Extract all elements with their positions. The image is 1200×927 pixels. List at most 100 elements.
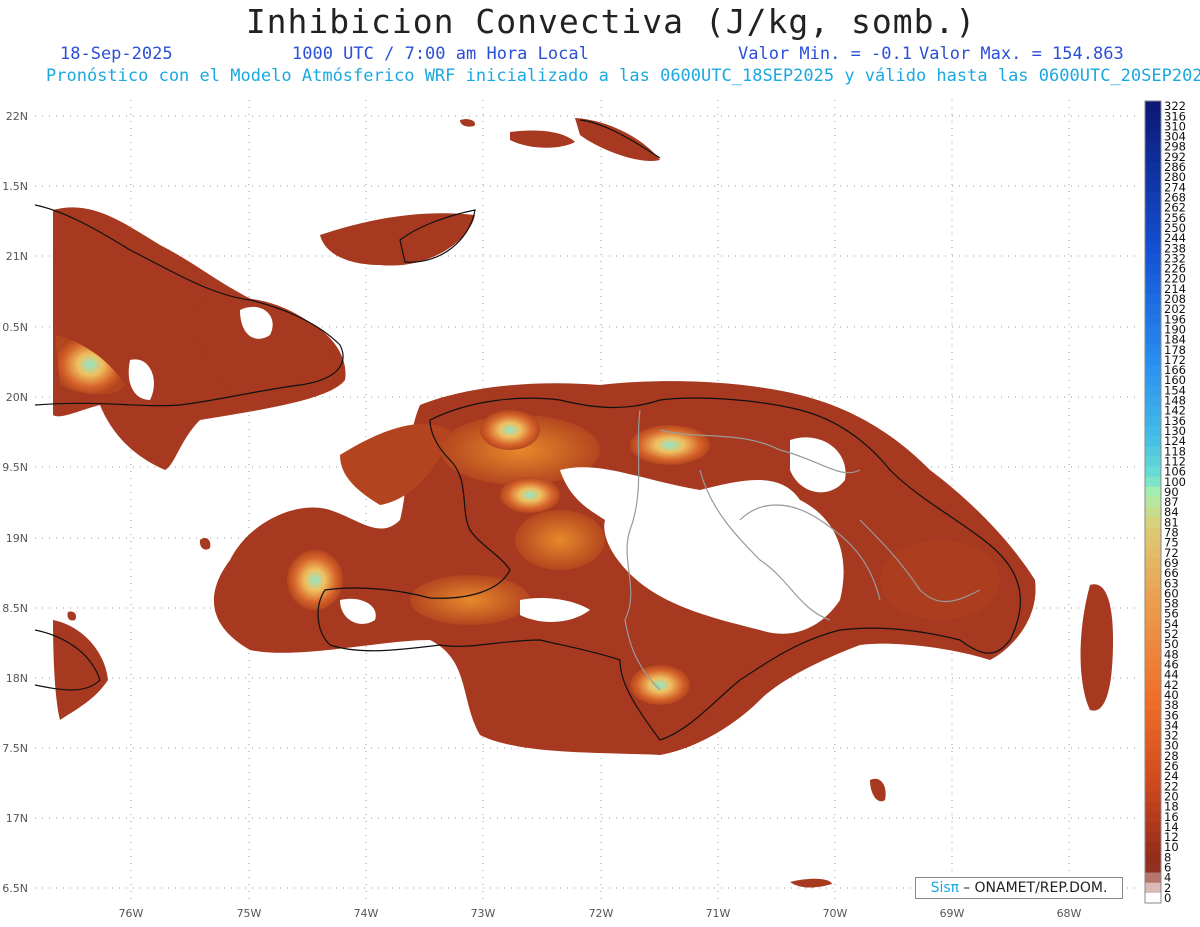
- colorbar-swatch: [1145, 101, 1161, 112]
- colorbar-swatch: [1145, 425, 1161, 437]
- colorbar-label: 0: [1164, 891, 1171, 905]
- colorbar-swatch: [1145, 436, 1161, 447]
- colorbar-swatch: [1145, 375, 1161, 386]
- colorbar-swatch: [1145, 354, 1161, 366]
- cin-hotspot-barahona: [630, 665, 690, 705]
- lon-label: 68W: [1057, 907, 1082, 920]
- colorbar-swatch: [1145, 324, 1161, 335]
- lon-label: 76W: [119, 907, 144, 920]
- colorbar-swatch: [1145, 801, 1161, 813]
- colorbar-swatch: [1145, 161, 1161, 173]
- cin-warm-haiti-central: [515, 510, 605, 570]
- colorbar-swatch: [1145, 172, 1161, 183]
- colorbar-swatch: [1145, 628, 1161, 640]
- lat-label: 18N: [6, 672, 28, 685]
- lon-label: 74W: [354, 907, 379, 920]
- colorbar-swatch: [1145, 202, 1161, 214]
- colorbar-swatch: [1145, 263, 1161, 274]
- cin-warm-east: [880, 540, 1000, 620]
- credit-box: Sisπ – ONAMET/REP.DOM.: [915, 877, 1123, 899]
- colorbar-swatch: [1145, 669, 1161, 681]
- lat-label: 1.5N: [2, 180, 28, 193]
- colorbar-swatch: [1145, 567, 1161, 579]
- colorbar-swatch: [1145, 689, 1161, 701]
- colorbar-swatch: [1145, 740, 1161, 752]
- colorbar-swatch: [1145, 811, 1161, 823]
- colorbar-swatch: [1145, 862, 1161, 873]
- cin-hotspot-haiti-gulf: [500, 477, 560, 513]
- colorbar-swatch: [1145, 364, 1161, 376]
- lon-label: 70W: [823, 907, 848, 920]
- colorbar-swatch: [1145, 842, 1161, 853]
- sispi-logo: Sisπ: [930, 880, 960, 896]
- colorbar-swatch: [1145, 750, 1161, 762]
- colorbar-swatch: [1145, 293, 1161, 305]
- colorbar-swatch: [1145, 588, 1161, 599]
- colorbar-swatch: [1145, 852, 1161, 863]
- cin-hotspot-southwest: [287, 550, 343, 610]
- colorbar-swatch: [1145, 882, 1161, 894]
- colorbar-swatch: [1145, 547, 1161, 559]
- longitude-labels: 76W 75W 74W 73W 72W 71W 70W 69W 68W: [119, 907, 1082, 920]
- lon-label: 73W: [471, 907, 496, 920]
- cin-map: 22N 1.5N 21N 0.5N 20N 9.5N 19N 8.5N 18N …: [2, 99, 1186, 920]
- colorbar-swatch: [1145, 395, 1161, 406]
- colorbar-swatch: [1145, 273, 1161, 285]
- lat-label: 20N: [6, 391, 28, 404]
- lat-label: 7.5N: [2, 742, 28, 755]
- lat-label: 22N: [6, 110, 28, 123]
- colorbar-swatch: [1145, 831, 1161, 843]
- colorbar-swatch: [1145, 699, 1161, 711]
- colorbar-swatch: [1145, 253, 1161, 264]
- lat-label: 0.5N: [2, 321, 28, 334]
- colorbar-swatch: [1145, 283, 1161, 295]
- colorbar-swatch: [1145, 314, 1161, 325]
- colorbar-swatch: [1145, 720, 1161, 731]
- colorbar-swatch: [1145, 821, 1161, 833]
- colorbar-swatch: [1145, 618, 1161, 630]
- lat-label: 9.5N: [2, 461, 28, 474]
- cin-hotspot-haiti-nw: [480, 410, 540, 450]
- colorbar-swatch: [1145, 730, 1161, 741]
- colorbar-swatch: [1145, 121, 1161, 132]
- colorbar-swatch: [1145, 872, 1161, 884]
- colorbar-swatch: [1145, 537, 1161, 549]
- colorbar-swatch: [1145, 527, 1161, 538]
- colorbar-swatch: [1145, 182, 1161, 193]
- colorbar-swatch: [1145, 111, 1161, 122]
- colorbar-swatch: [1145, 598, 1161, 609]
- lat-label: 6.5N: [2, 882, 28, 895]
- colorbar-swatch: [1145, 649, 1161, 660]
- colorbar-swatch: [1145, 243, 1161, 254]
- colorbar-swatch: [1145, 415, 1161, 427]
- colorbar-swatch: [1145, 791, 1161, 802]
- colorbar-swatch: [1145, 476, 1161, 488]
- cin-hotspot-cibao: [630, 425, 710, 465]
- colorbar-swatch: [1145, 659, 1161, 670]
- latitude-labels: 22N 1.5N 21N 0.5N 20N 9.5N 19N 8.5N 18N …: [2, 110, 28, 895]
- lat-label: 17N: [6, 812, 28, 825]
- colorbar-swatch: [1145, 466, 1161, 478]
- colorbar-swatch: [1145, 710, 1161, 721]
- colorbar-swatch: [1145, 446, 1161, 457]
- colorbar-swatch: [1145, 496, 1161, 508]
- colorbar-swatch: [1145, 334, 1161, 346]
- colorbar-swatch: [1145, 679, 1161, 691]
- colorbar-swatch: [1145, 781, 1161, 792]
- lat-label: 8.5N: [2, 602, 28, 615]
- colorbar-swatch: [1145, 557, 1161, 569]
- colorbar-swatch: [1145, 212, 1161, 224]
- colorbar-swatch: [1145, 578, 1161, 589]
- colorbar-swatch: [1145, 151, 1161, 163]
- colorbar-swatch: [1145, 192, 1161, 203]
- colorbar-swatch: [1145, 456, 1161, 467]
- colorbar-swatch: [1145, 385, 1161, 396]
- colorbar-swatch: [1145, 141, 1161, 153]
- lat-label: 19N: [6, 532, 28, 545]
- colorbar: 3223163103042982922862802742682622562502…: [1144, 99, 1186, 905]
- colorbar-swatch: [1145, 639, 1161, 650]
- lon-label: 69W: [940, 907, 965, 920]
- colorbar-swatch: [1145, 892, 1161, 904]
- lat-label: 21N: [6, 250, 28, 263]
- colorbar-swatch: [1145, 131, 1161, 143]
